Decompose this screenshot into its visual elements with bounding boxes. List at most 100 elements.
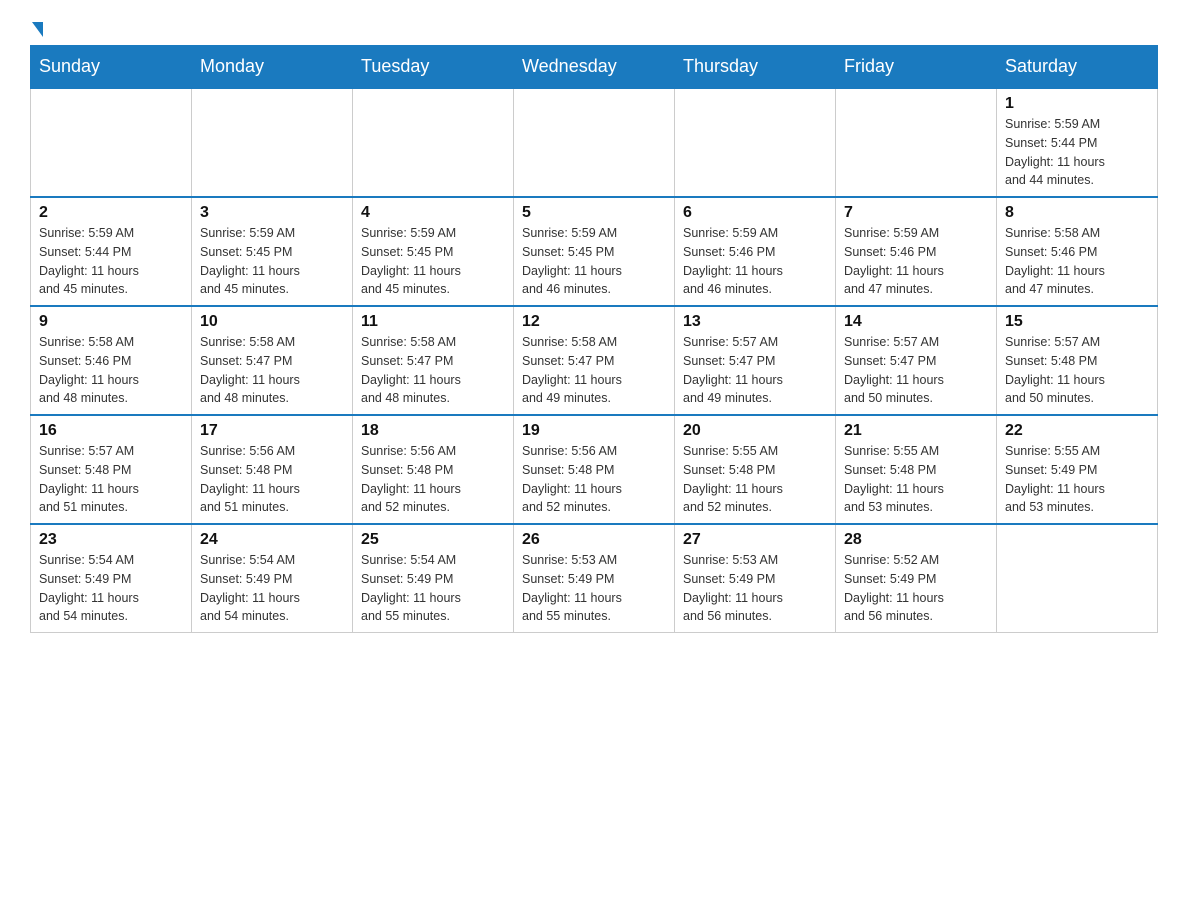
day-number: 22 <box>1005 422 1149 440</box>
day-number: 6 <box>683 204 827 222</box>
calendar-week-row: 16 Sunrise: 5:57 AM Sunset: 5:48 PM Dayli… <box>31 415 1158 524</box>
day-number: 2 <box>39 204 183 222</box>
calendar-cell: 17 Sunrise: 5:56 AM Sunset: 5:48 PM Dayli… <box>192 415 353 524</box>
calendar-cell: 2 Sunrise: 5:59 AM Sunset: 5:44 PM Daylig… <box>31 197 192 306</box>
day-info: Sunrise: 5:55 AM Sunset: 5:48 PM Dayligh… <box>844 442 988 517</box>
day-info: Sunrise: 5:59 AM Sunset: 5:46 PM Dayligh… <box>844 224 988 299</box>
logo <box>30 20 43 35</box>
calendar-cell: 27 Sunrise: 5:53 AM Sunset: 5:49 PM Dayli… <box>675 524 836 633</box>
calendar-cell: 6 Sunrise: 5:59 AM Sunset: 5:46 PM Daylig… <box>675 197 836 306</box>
calendar-cell: 13 Sunrise: 5:57 AM Sunset: 5:47 PM Dayli… <box>675 306 836 415</box>
calendar-cell: 3 Sunrise: 5:59 AM Sunset: 5:45 PM Daylig… <box>192 197 353 306</box>
calendar-cell: 8 Sunrise: 5:58 AM Sunset: 5:46 PM Daylig… <box>997 197 1158 306</box>
calendar-cell: 24 Sunrise: 5:54 AM Sunset: 5:49 PM Dayli… <box>192 524 353 633</box>
day-number: 24 <box>200 531 344 549</box>
calendar-cell: 14 Sunrise: 5:57 AM Sunset: 5:47 PM Dayli… <box>836 306 997 415</box>
day-info: Sunrise: 5:52 AM Sunset: 5:49 PM Dayligh… <box>844 551 988 626</box>
calendar-cell: 9 Sunrise: 5:58 AM Sunset: 5:46 PM Daylig… <box>31 306 192 415</box>
weekday-header-sunday: Sunday <box>31 46 192 89</box>
calendar-cell <box>31 88 192 197</box>
calendar-week-row: 9 Sunrise: 5:58 AM Sunset: 5:46 PM Daylig… <box>31 306 1158 415</box>
day-info: Sunrise: 5:58 AM Sunset: 5:47 PM Dayligh… <box>200 333 344 408</box>
day-number: 4 <box>361 204 505 222</box>
day-info: Sunrise: 5:59 AM Sunset: 5:45 PM Dayligh… <box>200 224 344 299</box>
day-info: Sunrise: 5:57 AM Sunset: 5:48 PM Dayligh… <box>39 442 183 517</box>
day-number: 10 <box>200 313 344 331</box>
day-number: 11 <box>361 313 505 331</box>
day-info: Sunrise: 5:56 AM Sunset: 5:48 PM Dayligh… <box>361 442 505 517</box>
calendar-week-row: 23 Sunrise: 5:54 AM Sunset: 5:49 PM Dayli… <box>31 524 1158 633</box>
day-number: 8 <box>1005 204 1149 222</box>
day-number: 16 <box>39 422 183 440</box>
calendar-cell: 25Sunrise: 5:54 AM Sunset: 5:49 PM Dayli… <box>353 524 514 633</box>
day-number: 17 <box>200 422 344 440</box>
calendar-cell: 18 Sunrise: 5:56 AM Sunset: 5:48 PM Dayli… <box>353 415 514 524</box>
day-info: Sunrise: 5:54 AM Sunset: 5:49 PM Dayligh… <box>200 551 344 626</box>
calendar-cell: 21 Sunrise: 5:55 AM Sunset: 5:48 PM Dayli… <box>836 415 997 524</box>
calendar-cell: 28 Sunrise: 5:52 AM Sunset: 5:49 PM Dayli… <box>836 524 997 633</box>
day-info: Sunrise: 5:57 AM Sunset: 5:47 PM Dayligh… <box>844 333 988 408</box>
day-number: 3 <box>200 204 344 222</box>
day-info: Sunrise: 5:57 AM Sunset: 5:48 PM Dayligh… <box>1005 333 1149 408</box>
day-info: Sunrise: 5:58 AM Sunset: 5:47 PM Dayligh… <box>522 333 666 408</box>
day-info: Sunrise: 5:59 AM Sunset: 5:45 PM Dayligh… <box>522 224 666 299</box>
calendar-cell: 26Sunrise: 5:53 AM Sunset: 5:49 PM Dayli… <box>514 524 675 633</box>
calendar-cell: 10 Sunrise: 5:58 AM Sunset: 5:47 PM Dayli… <box>192 306 353 415</box>
calendar-cell: 20 Sunrise: 5:55 AM Sunset: 5:48 PM Dayli… <box>675 415 836 524</box>
calendar-week-row: 2 Sunrise: 5:59 AM Sunset: 5:44 PM Daylig… <box>31 197 1158 306</box>
day-info: Sunrise: 5:57 AM Sunset: 5:47 PM Dayligh… <box>683 333 827 408</box>
page-header <box>30 20 1158 35</box>
day-number: 9 <box>39 313 183 331</box>
day-info: Sunrise: 5:58 AM Sunset: 5:46 PM Dayligh… <box>39 333 183 408</box>
day-info: Sunrise: 5:56 AM Sunset: 5:48 PM Dayligh… <box>522 442 666 517</box>
day-number: 12 <box>522 313 666 331</box>
calendar-header-row: SundayMondayTuesdayWednesdayThursdayFrid… <box>31 46 1158 89</box>
calendar-cell <box>192 88 353 197</box>
day-number: 27 <box>683 531 827 549</box>
weekday-header-thursday: Thursday <box>675 46 836 89</box>
day-info: Sunrise: 5:58 AM Sunset: 5:46 PM Dayligh… <box>1005 224 1149 299</box>
day-number: 21 <box>844 422 988 440</box>
calendar-cell: 23 Sunrise: 5:54 AM Sunset: 5:49 PM Dayli… <box>31 524 192 633</box>
day-info: Sunrise: 5:53 AM Sunset: 5:49 PM Dayligh… <box>683 551 827 626</box>
weekday-header-tuesday: Tuesday <box>353 46 514 89</box>
day-number: 1 <box>1005 95 1149 113</box>
day-info: Sunrise: 5:59 AM Sunset: 5:45 PM Dayligh… <box>361 224 505 299</box>
day-number: 28 <box>844 531 988 549</box>
calendar-table: SundayMondayTuesdayWednesdayThursdayFrid… <box>30 45 1158 633</box>
day-number: 20 <box>683 422 827 440</box>
day-info: Sunrise: 5:59 AM Sunset: 5:44 PM Dayligh… <box>39 224 183 299</box>
day-number: 5 <box>522 204 666 222</box>
day-number: 19 <box>522 422 666 440</box>
day-number: 14 <box>844 313 988 331</box>
day-info: Sunrise: 5:58 AM Sunset: 5:47 PM Dayligh… <box>361 333 505 408</box>
weekday-header-friday: Friday <box>836 46 997 89</box>
calendar-cell <box>514 88 675 197</box>
calendar-week-row: 1Sunrise: 5:59 AM Sunset: 5:44 PM Daylig… <box>31 88 1158 197</box>
day-info: Sunrise: 5:54 AM Sunset: 5:49 PM Dayligh… <box>39 551 183 626</box>
calendar-cell: 22 Sunrise: 5:55 AM Sunset: 5:49 PM Dayli… <box>997 415 1158 524</box>
calendar-cell: 19 Sunrise: 5:56 AM Sunset: 5:48 PM Dayli… <box>514 415 675 524</box>
calendar-cell: 12 Sunrise: 5:58 AM Sunset: 5:47 PM Dayli… <box>514 306 675 415</box>
day-number: 23 <box>39 531 183 549</box>
calendar-cell <box>353 88 514 197</box>
calendar-cell: 4 Sunrise: 5:59 AM Sunset: 5:45 PM Daylig… <box>353 197 514 306</box>
weekday-header-wednesday: Wednesday <box>514 46 675 89</box>
day-number: 15 <box>1005 313 1149 331</box>
day-info: Sunrise: 5:59 AM Sunset: 5:46 PM Dayligh… <box>683 224 827 299</box>
calendar-cell: 5 Sunrise: 5:59 AM Sunset: 5:45 PM Daylig… <box>514 197 675 306</box>
calendar-cell: 11 Sunrise: 5:58 AM Sunset: 5:47 PM Dayli… <box>353 306 514 415</box>
day-number: 13 <box>683 313 827 331</box>
day-info: Sunrise: 5:56 AM Sunset: 5:48 PM Dayligh… <box>200 442 344 517</box>
calendar-cell <box>675 88 836 197</box>
day-number: 18 <box>361 422 505 440</box>
calendar-cell <box>836 88 997 197</box>
calendar-cell: 1Sunrise: 5:59 AM Sunset: 5:44 PM Daylig… <box>997 88 1158 197</box>
day-info: Sunrise: 5:53 AM Sunset: 5:49 PM Dayligh… <box>522 551 666 626</box>
weekday-header-monday: Monday <box>192 46 353 89</box>
calendar-cell: 15 Sunrise: 5:57 AM Sunset: 5:48 PM Dayli… <box>997 306 1158 415</box>
day-number: 25 <box>361 531 505 549</box>
day-info: Sunrise: 5:55 AM Sunset: 5:49 PM Dayligh… <box>1005 442 1149 517</box>
day-info: Sunrise: 5:55 AM Sunset: 5:48 PM Dayligh… <box>683 442 827 517</box>
calendar-cell: 16 Sunrise: 5:57 AM Sunset: 5:48 PM Dayli… <box>31 415 192 524</box>
